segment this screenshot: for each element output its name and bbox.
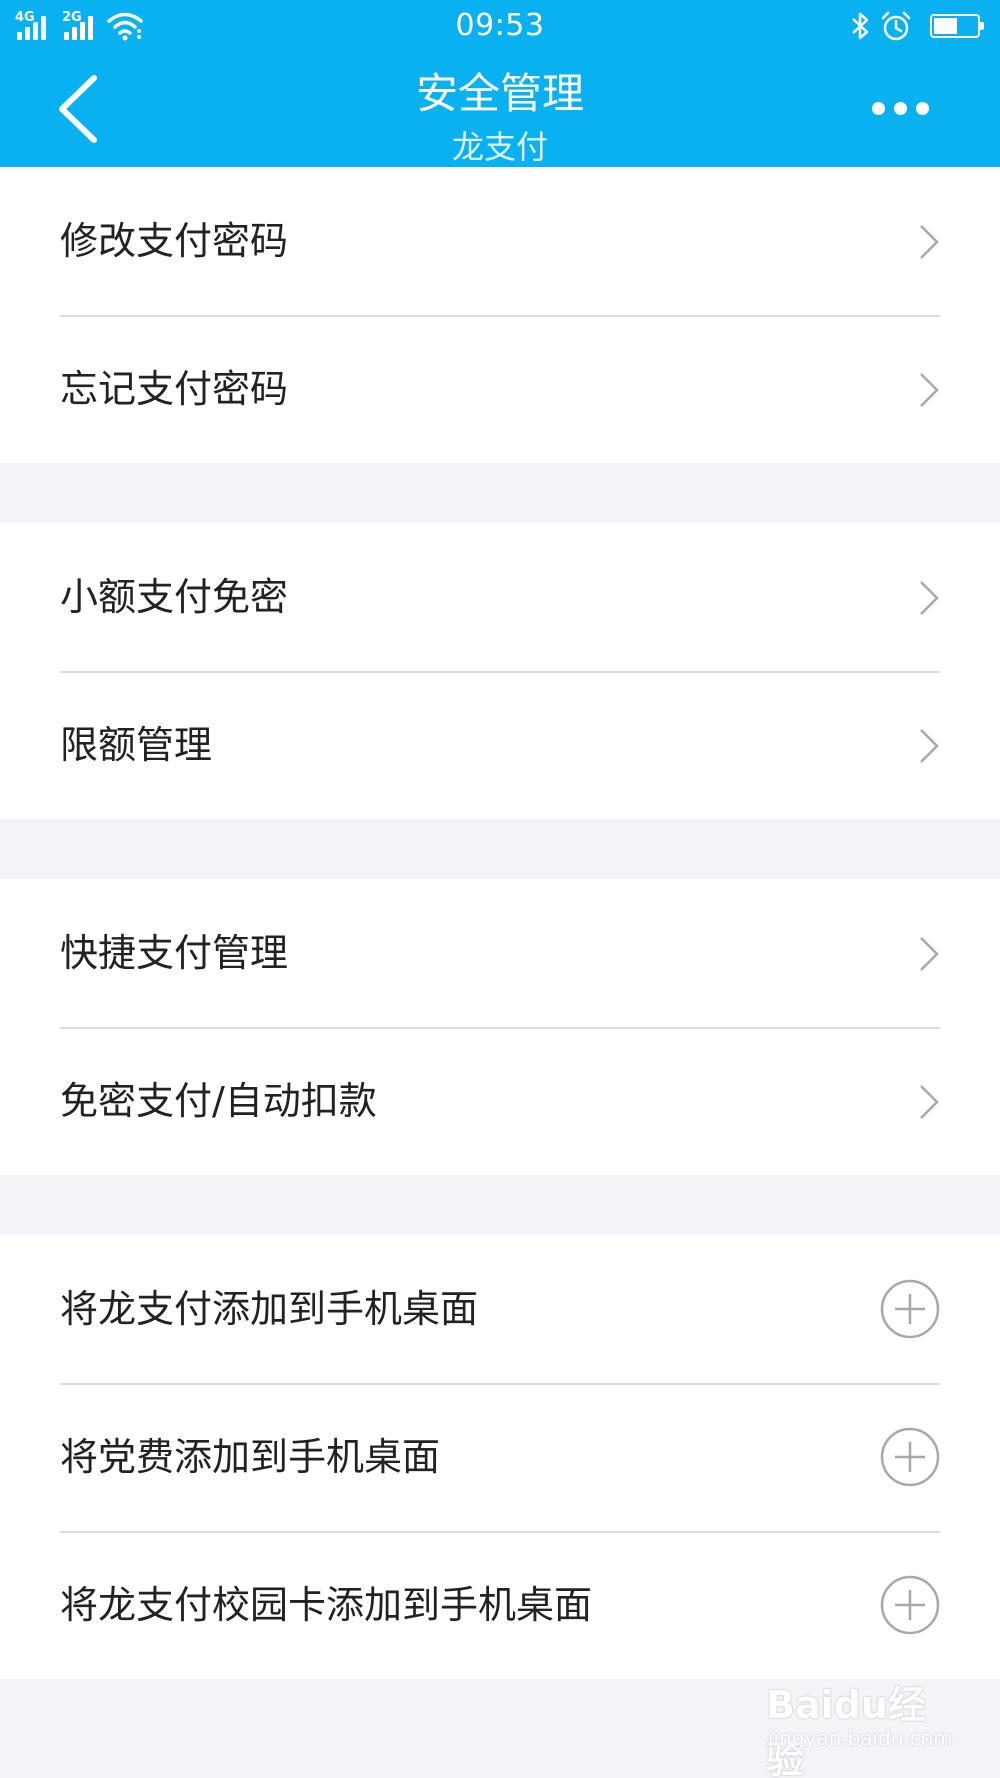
page-title: 安全管理 [415, 69, 584, 118]
battery-level [934, 18, 957, 34]
settings-group-shortcuts: 将龙支付添加到手机桌面 将党费添加到手机桌面 将龙支付校园卡添加到手机桌面 [0, 1235, 1000, 1679]
plus-circle-icon[interactable] [880, 1575, 940, 1635]
plus-circle-icon[interactable] [880, 1427, 940, 1487]
chevron-right-icon [920, 937, 939, 971]
list-item-label: 将龙支付校园卡添加到手机桌面 [60, 1583, 593, 1627]
screen: 4G 2G 09:53 安全管理 龙支付 修改支付密码 忘记支付密码 小额支付免… [0, 0, 1000, 1778]
plus-circle-icon[interactable] [880, 1279, 940, 1339]
watermark: Baidu经验 jingyan.baidu.com [760, 1670, 960, 1778]
watermark-url: jingyan.baidu.com [768, 1726, 953, 1750]
add-campus-card-shortcut-item[interactable]: 将龙支付校园卡添加到手机桌面 [0, 1531, 1000, 1679]
add-party-fee-shortcut-item[interactable]: 将党费添加到手机桌面 [0, 1383, 1000, 1531]
small-payment-no-password-item[interactable]: 小额支付免密 [0, 523, 1000, 671]
settings-group-password: 修改支付密码 忘记支付密码 [0, 167, 1000, 463]
status-bar: 4G 2G 09:53 [0, 0, 1000, 52]
list-item-label: 限额管理 [60, 723, 213, 767]
chevron-right-icon [920, 581, 939, 615]
header: 4G 2G 09:53 安全管理 龙支付 [0, 0, 1000, 167]
list-item-label: 快捷支付管理 [60, 931, 289, 975]
forgot-payment-password-item[interactable]: 忘记支付密码 [0, 315, 1000, 463]
battery-icon [930, 14, 984, 38]
chevron-right-icon [920, 225, 939, 259]
list-item-label: 修改支付密码 [60, 219, 289, 263]
list-item-label: 小额支付免密 [60, 575, 289, 619]
chevron-right-icon [920, 729, 939, 763]
quick-payment-management-item[interactable]: 快捷支付管理 [0, 879, 1000, 1027]
chevron-right-icon [920, 1085, 939, 1119]
add-longpay-shortcut-item[interactable]: 将龙支付添加到手机桌面 [0, 1235, 1000, 1383]
change-payment-password-item[interactable]: 修改支付密码 [0, 167, 1000, 315]
auto-debit-item[interactable]: 免密支付/自动扣款 [0, 1027, 1000, 1175]
list-item-label: 忘记支付密码 [60, 367, 289, 411]
alarm-icon [881, 11, 911, 41]
bluetooth-icon [852, 12, 869, 40]
chevron-right-icon [920, 373, 939, 407]
more-button[interactable] [860, 88, 940, 128]
page-subtitle: 龙支付 [451, 128, 548, 166]
more-dots-icon [872, 102, 885, 115]
list-item-label: 免密支付/自动扣款 [60, 1079, 377, 1123]
settings-group-quick-pay: 快捷支付管理 免密支付/自动扣款 [0, 879, 1000, 1175]
list-item-label: 将龙支付添加到手机桌面 [60, 1287, 479, 1331]
list-item-label: 将党费添加到手机桌面 [60, 1435, 441, 1479]
settings-group-limits: 小额支付免密 限额管理 [0, 523, 1000, 819]
limit-management-item[interactable]: 限额管理 [0, 671, 1000, 819]
